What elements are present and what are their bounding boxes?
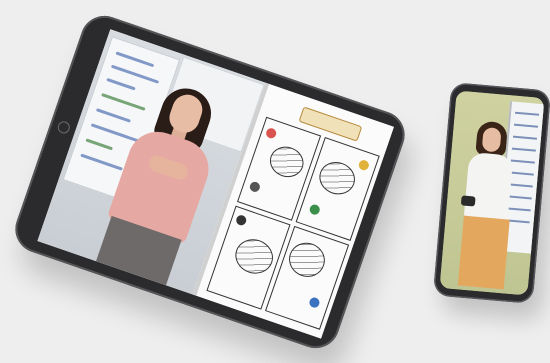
phone-screen[interactable] bbox=[439, 90, 545, 296]
phone-presenter-remote bbox=[460, 195, 476, 207]
phone-presenter-skirt bbox=[457, 215, 510, 290]
phone-device bbox=[432, 82, 550, 304]
product-showcase bbox=[0, 0, 550, 363]
phone-presenter-top bbox=[463, 151, 514, 222]
home-button-icon bbox=[56, 119, 72, 136]
tablet-screen[interactable] bbox=[37, 29, 394, 339]
tablet-device bbox=[8, 9, 412, 355]
